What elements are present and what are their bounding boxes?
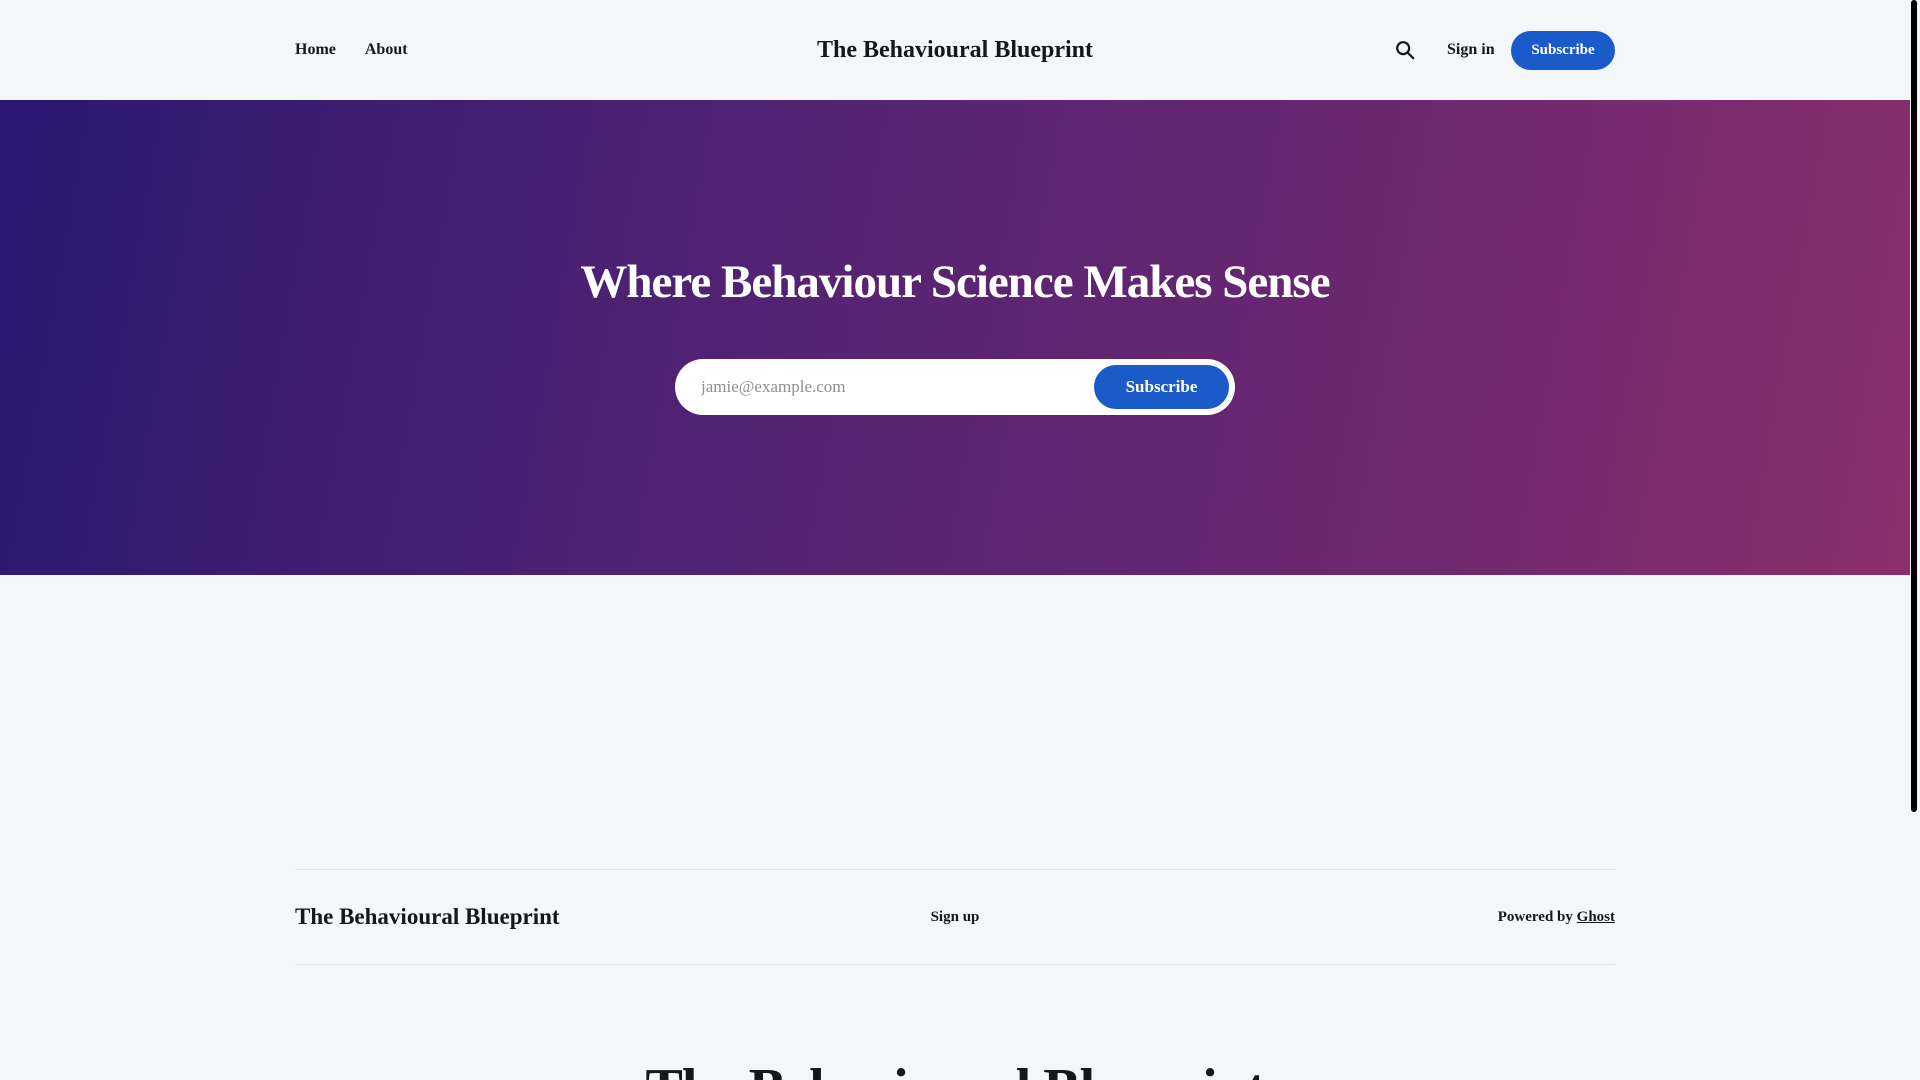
search-icon[interactable] xyxy=(1394,39,1416,61)
footer-site-title[interactable]: The Behavioural Blueprint xyxy=(295,902,560,932)
page: Home About The Behavioural Blueprint Sig… xyxy=(0,0,1920,1080)
footer-divider-top xyxy=(295,869,1615,870)
hero-banner: Where Behaviour Science Makes Sense Subs… xyxy=(0,100,1910,575)
footer-signup-link[interactable]: Sign up xyxy=(931,909,980,925)
footer-signup-wrapper: Sign up xyxy=(0,905,1910,929)
site-title-wrapper: The Behavioural Blueprint xyxy=(0,34,1910,66)
header-subscribe-button[interactable]: Subscribe xyxy=(1511,31,1615,70)
page-content: Home About The Behavioural Blueprint Sig… xyxy=(0,0,1910,1080)
hero-signup-form: Subscribe xyxy=(675,359,1235,415)
bottom-section-title: The Behavioural Blueprint xyxy=(0,1054,1910,1080)
page-scrollbar[interactable] xyxy=(1910,0,1920,1080)
hero-subscribe-button[interactable]: Subscribe xyxy=(1094,365,1229,409)
scrollbar-thumb[interactable] xyxy=(1911,0,1917,812)
hero-title: Where Behaviour Science Makes Sense xyxy=(580,256,1330,308)
main-nav: Home About xyxy=(295,38,408,62)
footer-divider-bottom xyxy=(295,964,1615,965)
ghost-link[interactable]: Ghost xyxy=(1577,909,1615,925)
site-title-link[interactable]: The Behavioural Blueprint xyxy=(817,37,1093,63)
email-input[interactable] xyxy=(701,359,1081,415)
sign-in-link[interactable]: Sign in xyxy=(1447,38,1495,62)
powered-by: Powered by Ghost xyxy=(1498,905,1615,929)
powered-by-text: Powered by xyxy=(1497,909,1573,925)
nav-home-link[interactable]: Home xyxy=(295,38,336,62)
site-header: Home About The Behavioural Blueprint Sig… xyxy=(0,0,1910,100)
nav-about-link[interactable]: About xyxy=(365,38,408,62)
